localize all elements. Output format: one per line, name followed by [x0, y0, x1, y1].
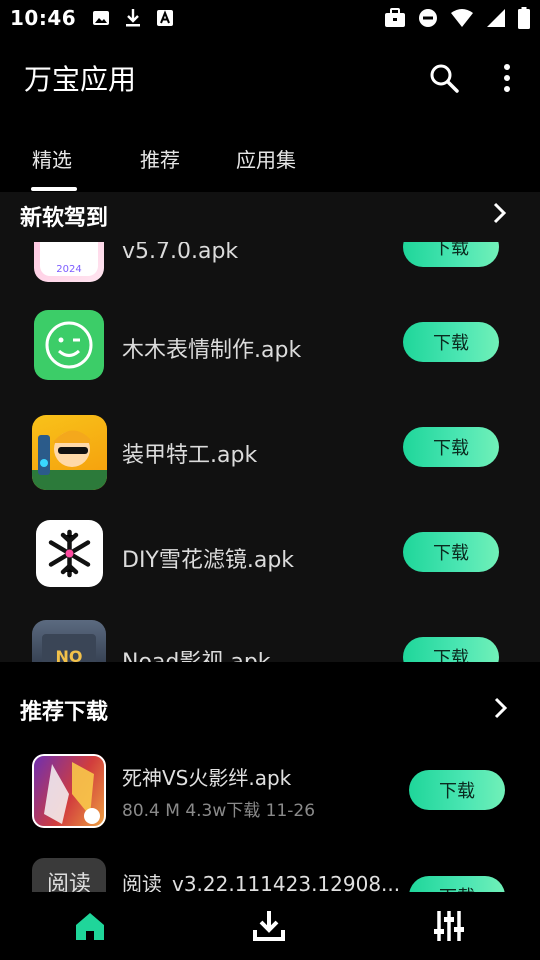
status-bar: 10:46 — [0, 0, 540, 36]
download-button[interactable]: 下载 — [403, 532, 499, 572]
app-bar: 万宝应用 — [0, 36, 540, 120]
list-item[interactable]: 2024 v5.7.0.apk 下载 — [0, 242, 540, 296]
svg-text:NO: NO — [56, 647, 83, 662]
tab-recommended[interactable]: 推荐 — [140, 144, 180, 173]
wink-face-icon — [34, 310, 104, 380]
list-item[interactable]: 阅读 阅读_v3.22.111423.12908... 下载 — [0, 850, 540, 892]
app-name: 死神VS火影绊.apk — [122, 766, 292, 790]
chevron-right-icon[interactable] — [491, 696, 511, 720]
download-icon[interactable] — [251, 908, 287, 944]
app-name: DIY雪花滤镜.apk — [122, 548, 295, 573]
list-item[interactable]: 装甲特工.apk 下载 — [0, 401, 540, 506]
snowflake-icon — [36, 520, 103, 587]
bottom-nav — [0, 892, 540, 960]
settings-sliders-icon[interactable] — [431, 908, 467, 944]
download-button[interactable]: 下载 — [403, 242, 499, 267]
list-item[interactable]: 木木表情制作.apk 下载 — [0, 296, 540, 401]
status-time: 10:46 — [10, 6, 77, 30]
new-apps-list[interactable]: 2024 v5.7.0.apk 下载 木木表情制作.apk 下载 装甲特工.ap… — [0, 242, 540, 662]
download-button[interactable]: 下载 — [409, 770, 505, 810]
list-item[interactable]: NO Noad影视.apk 下载 — [0, 611, 540, 662]
app-name: 阅读_v3.22.111423.12908... — [122, 872, 401, 892]
wifi-icon — [451, 9, 473, 27]
battery-icon — [518, 7, 530, 29]
download-button[interactable]: 下载 — [403, 637, 499, 662]
signal-icon — [487, 9, 505, 27]
download-button[interactable]: 下载 — [403, 427, 499, 467]
dnd-icon — [419, 9, 437, 27]
app-meta: 80.4 M 4.3w下载 11-26 — [122, 801, 316, 821]
section-title-recommend: 推荐下载 — [20, 700, 109, 725]
calendar-2024-icon: 2024 — [34, 242, 104, 282]
app-name: 木木表情制作.apk — [122, 338, 302, 363]
tab-bar: 精选 推荐 应用集 — [0, 120, 540, 192]
reading-icon: 阅读 — [32, 858, 106, 892]
search-icon[interactable] — [428, 62, 460, 94]
more-vert-icon[interactable] — [494, 62, 520, 94]
app-title: 万宝应用 — [24, 63, 137, 96]
anime-game-icon — [32, 754, 106, 828]
tab-collections[interactable]: 应用集 — [236, 144, 296, 173]
section-title-new: 新软驾到 — [20, 206, 109, 231]
svg-text:2024: 2024 — [56, 264, 81, 275]
app-name: 装甲特工.apk — [122, 443, 258, 468]
home-icon[interactable] — [72, 908, 108, 944]
image-icon — [93, 11, 110, 25]
noad-video-icon: NO — [32, 620, 106, 662]
recommended-section: 推荐下载 死神VS火影绊.apk 80.4 M 4.3w下载 11-26 下载 … — [0, 662, 540, 892]
download-button[interactable]: 下载 — [409, 876, 505, 892]
briefcase-icon — [385, 8, 405, 27]
game-character-icon — [32, 415, 107, 490]
tab-indicator — [31, 187, 77, 191]
list-item[interactable]: 死神VS火影绊.apk 80.4 M 4.3w下载 11-26 下载 — [0, 744, 540, 850]
keyboard-a-icon — [157, 10, 174, 26]
download-icon — [126, 9, 141, 27]
new-apps-section: 新软驾到 2024 v5.7.0.apk 下载 木木表情制作.apk 下载 装甲… — [0, 192, 540, 662]
download-button[interactable]: 下载 — [403, 322, 499, 362]
app-name: Noad影视.apk — [122, 644, 271, 662]
tab-featured[interactable]: 精选 — [32, 144, 72, 173]
list-item[interactable]: DIY雪花滤镜.apk 下载 — [0, 506, 540, 611]
reading-icon-label: 阅读 — [46, 872, 91, 892]
app-name: v5.7.0.apk — [122, 242, 239, 264]
chevron-right-icon[interactable] — [490, 201, 510, 225]
